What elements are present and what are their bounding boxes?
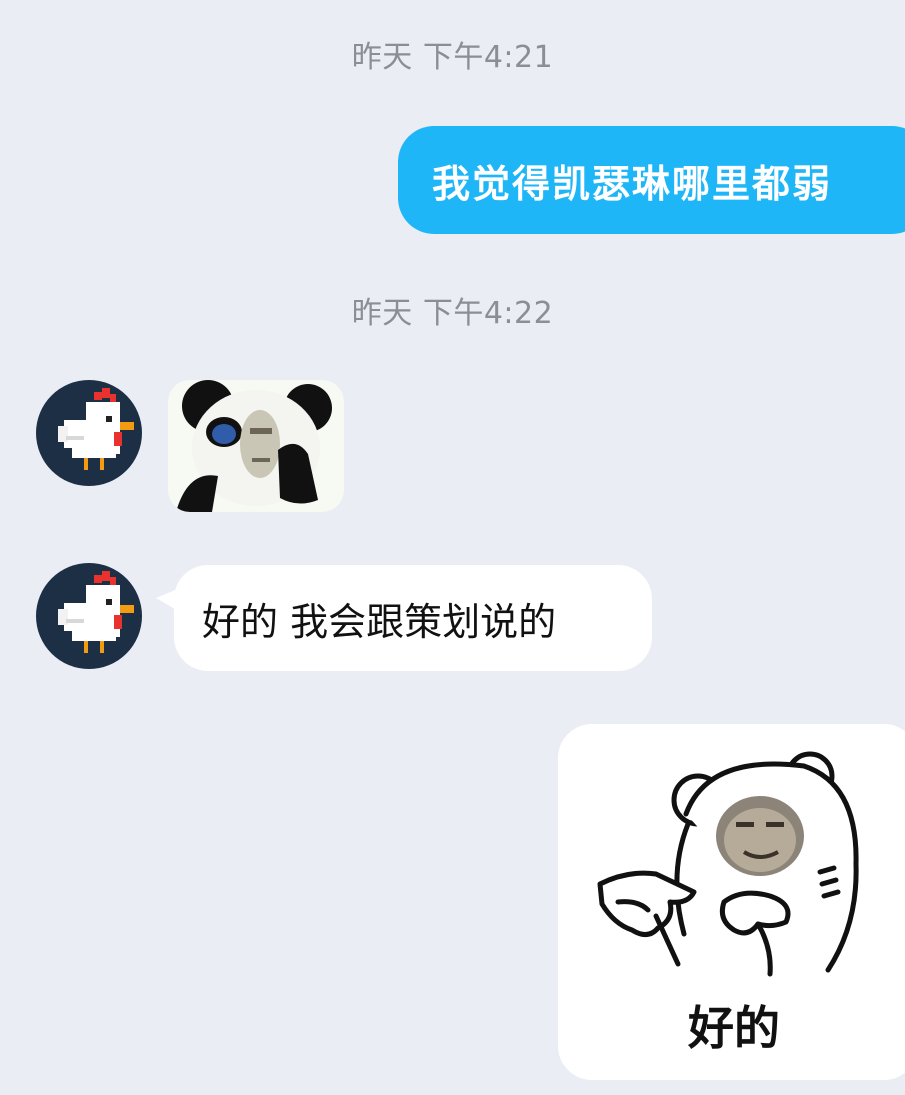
timestamp: 昨天 下午4:22	[351, 296, 554, 331]
contact-avatar[interactable]	[36, 380, 142, 486]
panda-meme-sticker[interactable]	[168, 380, 344, 512]
sent-message-bubble[interactable]: 我觉得凯瑟琳哪里都弱	[398, 126, 905, 234]
contact-avatar[interactable]	[36, 563, 142, 669]
pixel-chicken-icon	[58, 571, 134, 653]
pixel-chicken-icon	[58, 388, 134, 470]
timestamp: 昨天 下午4:21	[351, 40, 554, 75]
received-message-bubble[interactable]: 好的 我会跟策划说的	[174, 565, 652, 671]
pointing-bear-icon	[597, 751, 859, 977]
bear-meme-sticker[interactable]: 好的	[558, 724, 905, 1080]
received-message-text: 好的 我会跟策划说的	[202, 599, 557, 644]
sent-message-text: 我觉得凯瑟琳哪里都弱	[432, 160, 833, 206]
panda-face-icon	[176, 380, 332, 512]
sticker-caption: 好的	[688, 1001, 780, 1055]
